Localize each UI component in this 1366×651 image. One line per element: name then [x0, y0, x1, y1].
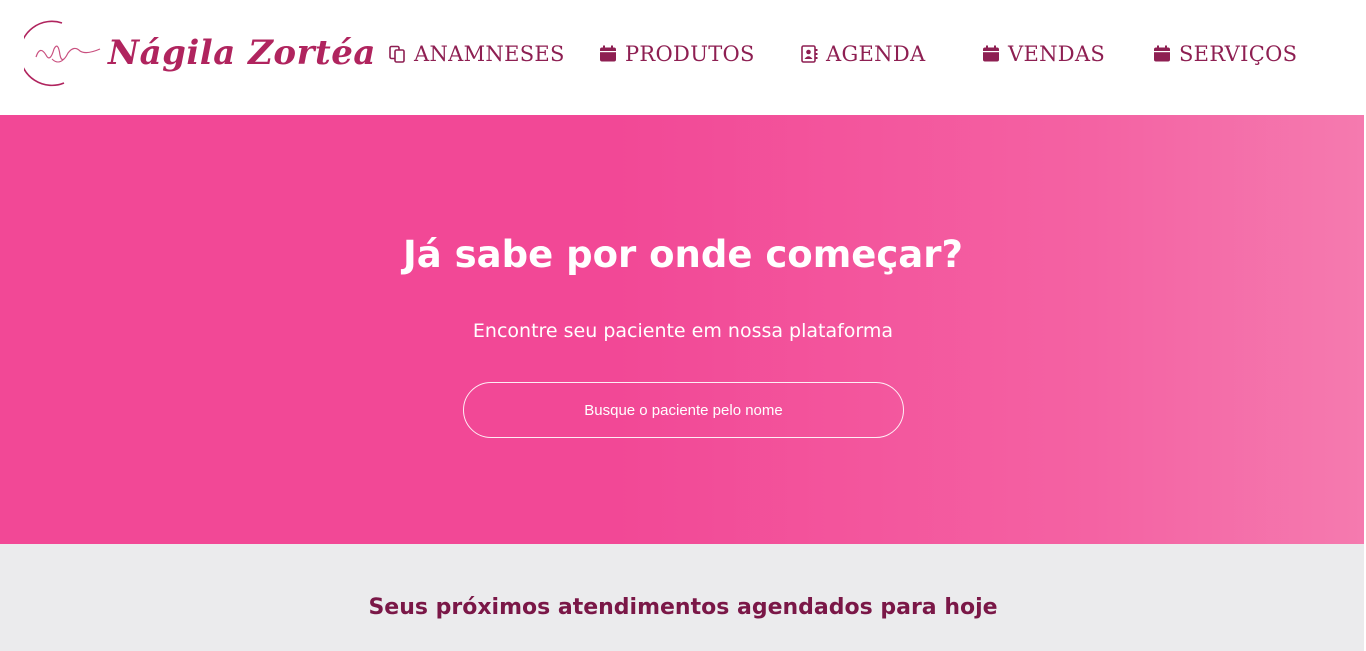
- nav-item-produtos[interactable]: PRODUTOS: [599, 34, 755, 74]
- contact-book-icon: [801, 45, 818, 63]
- calendar-icon: [983, 45, 999, 62]
- nav-label: AGENDA: [826, 42, 926, 66]
- nav-label: PRODUTOS: [625, 42, 755, 66]
- hero-title: Já sabe por onde começar?: [403, 233, 963, 276]
- page: Nágila Zortéa ANAMNESES PRODUTOS AGENDA …: [0, 0, 1366, 651]
- brand-name: Nágila Zortéa: [108, 33, 376, 73]
- documents-icon: [389, 45, 405, 63]
- nav-label: ANAMNESES: [414, 42, 565, 66]
- monogram-logo-icon: [24, 20, 101, 87]
- nav-item-vendas[interactable]: VENDAS: [982, 34, 1105, 74]
- brand-logo[interactable]: Nágila Zortéa: [24, 18, 376, 88]
- nav-item-servicos[interactable]: SERVIÇOS: [1153, 34, 1297, 74]
- calendar-icon: [600, 45, 616, 62]
- nav-item-anamneses[interactable]: ANAMNESES: [388, 34, 565, 74]
- nav-item-agenda[interactable]: AGENDA: [800, 34, 925, 74]
- patient-search-input[interactable]: [463, 382, 904, 438]
- nav-label: VENDAS: [1008, 42, 1106, 66]
- appointments-section: Seus próximos atendimentos agendados par…: [0, 544, 1366, 651]
- calendar-icon: [1154, 45, 1170, 62]
- top-header: Nágila Zortéa ANAMNESES PRODUTOS AGENDA …: [0, 0, 1366, 115]
- nav-label: SERVIÇOS: [1179, 42, 1298, 66]
- hero-subtitle: Encontre seu paciente em nossa plataform…: [472, 320, 894, 342]
- appointments-title: Seus próximos atendimentos agendados par…: [368, 595, 998, 620]
- hero-section: Já sabe por onde começar? Encontre seu p…: [0, 115, 1364, 544]
